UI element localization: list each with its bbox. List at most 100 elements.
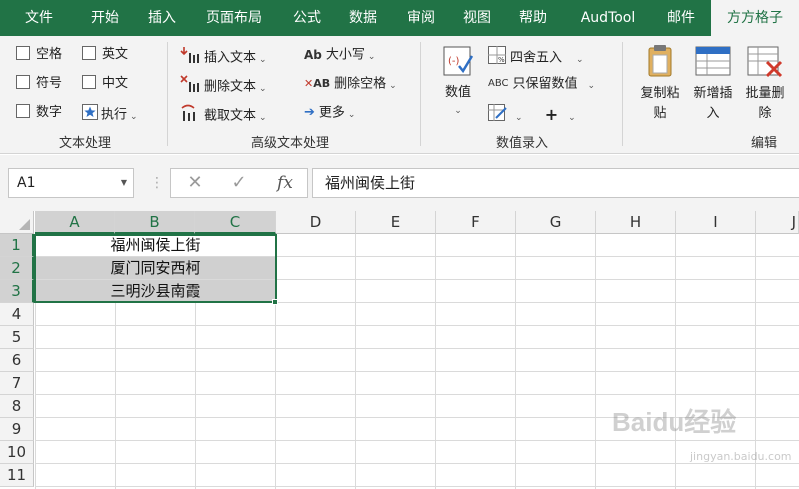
group-label-text-processing: 文本处理 [58,136,111,151]
copy-paste-button[interactable]: 复制粘 贴 [636,44,684,124]
name-box[interactable]: A1 ▼ [8,168,134,198]
tab-mail[interactable]: 邮件 [654,0,708,36]
column-header[interactable]: B [115,211,195,234]
round-label: 四舍五入 [510,50,563,66]
chevron-down-icon: ⌄ [515,112,523,123]
tab-help[interactable]: 帮助 [506,0,560,36]
copy-paste-label: 复制粘 贴 [640,86,680,121]
tab-fangfang-gezi[interactable]: 方方格子 [711,0,799,36]
name-box-value: A1 [17,175,36,191]
checkbox-space[interactable]: 空格 [16,46,62,64]
value-button-label: 数值 [444,85,471,100]
checkbox-space-label: 空格 [36,47,63,62]
tab-formulas[interactable]: 公式 [280,0,334,36]
keep-values-label: 只保留数值 [512,76,578,92]
tab-review[interactable]: 审阅 [394,0,448,36]
checkbox-number[interactable]: 数字 [16,104,62,122]
tab-file[interactable]: 文件 [8,0,70,36]
baidu-watermark: Baidu经验 [612,407,737,437]
checkbox-box [82,75,96,89]
star-icon [82,104,98,126]
ribbon-tab-bar: 文件 开始 插入 页面布局 公式 数据 审阅 视图 帮助 AudTool 邮件 … [0,0,799,36]
chevron-down-icon: ⌄ [454,106,462,116]
batch-delete-label: 批量删 除 [745,86,785,121]
chevron-down-icon: ⌄ [130,111,138,122]
extract-text-label: 截取文本 [204,108,257,124]
extract-text-button[interactable]: 截取文本 ⌄ [180,104,267,128]
checkbox-english-label: 英文 [102,47,129,62]
chevron-down-icon: ⌄ [568,112,576,123]
column-header[interactable]: G [516,211,596,234]
checkbox-box [16,104,30,118]
batch-delete-icon [740,44,790,84]
drag-handle-icon[interactable]: ⋮ [150,175,164,191]
tab-data[interactable]: 数据 [336,0,390,36]
more-label: 更多 [318,105,345,121]
chevron-down-icon: ⌄ [576,54,584,65]
insert-text-button[interactable]: 插入文本 ⌄ [180,46,267,70]
group-label-number-entry: 数值录入 [495,136,548,151]
column-header[interactable]: A [35,211,115,234]
more-button[interactable]: ➔ 更多 ⌄ [304,104,355,124]
row-header[interactable]: 10 [0,441,34,464]
column-header[interactable]: I [676,211,756,234]
tab-audtool[interactable]: AudTool [568,0,648,36]
row-header[interactable]: 6 [0,349,34,372]
cancel-icon[interactable]: ✕ [180,168,210,198]
column-header[interactable]: H [596,211,676,234]
case-button[interactable]: Ab 大小写 ⌄ [304,46,375,66]
chevron-down-icon: ⌄ [259,112,267,123]
enter-icon[interactable]: ✓ [224,168,254,198]
row-header[interactable]: 4 [0,303,34,326]
svg-text:%: % [498,56,505,64]
column-header[interactable]: F [436,211,516,234]
tab-home[interactable]: 开始 [74,0,136,36]
checkbox-number-label: 数字 [36,105,63,120]
row-header[interactable]: 3 [0,280,34,303]
checkbox-chinese[interactable]: 中文 [82,75,128,93]
row-header[interactable]: 8 [0,395,34,418]
row-header[interactable]: 11 [0,464,34,487]
row-header[interactable]: 7 [0,372,34,395]
checkbox-symbol[interactable]: 符号 [16,75,62,93]
fill-handle[interactable] [272,299,278,305]
delete-text-label: 删除文本 [204,79,257,95]
execute-button[interactable]: 执行 ⌄ [82,104,138,126]
formula-input[interactable]: 福州闽侯上街 [312,168,799,198]
add-insert-label: 新增插 入 [693,86,733,121]
select-all-button[interactable] [0,211,34,234]
keep-values-button[interactable]: ABC 只保留数值 ⌄ [488,75,595,95]
insert-function-icon[interactable]: fx [268,168,302,198]
chevron-down-icon: ⌄ [259,83,267,94]
selection-border [34,234,277,303]
row-header[interactable]: 1 [0,234,34,257]
delete-text-button[interactable]: 删除文本 ⌄ [180,75,267,99]
checkbox-box [16,46,30,60]
format-tools-button[interactable]: ⌄ + ⌄ [488,104,576,128]
column-header[interactable]: E [356,211,436,234]
tab-view[interactable]: 视图 [450,0,504,36]
group-label-advanced-text: 高级文本处理 [250,136,329,151]
group-label-edit: 编辑 [750,136,777,151]
column-header[interactable]: J [756,211,799,234]
add-insert-button[interactable]: 新增插 入 [688,44,738,124]
delete-spaces-button[interactable]: ✕AB 删除空格 ⌄ [304,75,397,95]
chevron-down-icon: ⌄ [367,51,376,62]
clipboard-icon [636,44,684,84]
plus-icon[interactable]: + [545,105,558,124]
batch-delete-button[interactable]: 批量删 除 [740,44,790,124]
checkbox-english[interactable]: 英文 [82,46,128,64]
tab-insert[interactable]: 插入 [131,0,193,36]
row-header[interactable]: 5 [0,326,34,349]
column-header[interactable]: D [276,211,356,234]
group-divider [420,42,421,146]
tab-page-layout[interactable]: 页面布局 [196,0,272,36]
group-divider [167,42,168,146]
value-button[interactable]: (-) 数值 ⌄ [438,44,478,120]
delete-spaces-label: 删除空格 [334,76,387,92]
row-header[interactable]: 2 [0,257,34,280]
round-button[interactable]: % 四舍五入 ⌄ [488,46,584,70]
chevron-down-icon: ⌄ [347,109,356,120]
column-header[interactable]: C [195,211,276,234]
row-header[interactable]: 9 [0,418,34,441]
